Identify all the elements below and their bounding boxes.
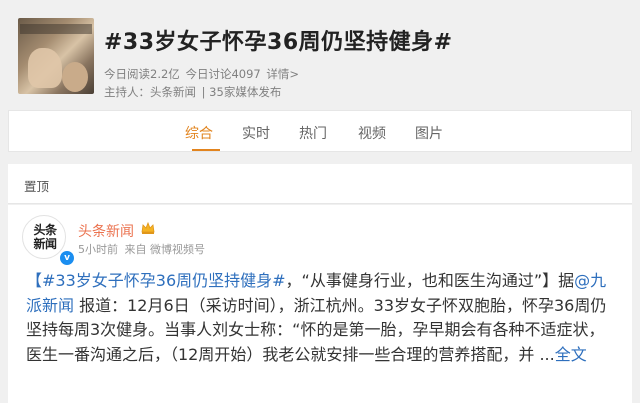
topic-cover-image[interactable] [18, 18, 94, 94]
topic-title: #33岁女子怀孕36周仍坚持健身# [104, 30, 453, 55]
post-body: 【#33岁女子怀孕36周仍坚持健身#，“从事健身行业，也和医生沟通过”】据@九派… [26, 269, 620, 367]
tab-comprehensive[interactable]: 综合 [185, 123, 213, 143]
avatar[interactable]: 头条 新闻 v [22, 215, 75, 266]
topic-stats: 今日阅读2.2亿 今日讨论4097 详情> [104, 66, 301, 82]
topic-header: #33岁女子怀孕36周仍坚持健身# 今日阅读2.2亿 今日讨论4097 详情> … [0, 0, 640, 110]
tab-images[interactable]: 图片 [415, 123, 443, 143]
media-count: | 35家媒体发布 [201, 85, 282, 99]
avatar-text: 头条 新闻 [26, 223, 64, 251]
discussion-count: 今日讨论4097 [185, 67, 261, 81]
tab-realtime[interactable]: 实时 [242, 123, 270, 143]
pinned-section: 置顶 [8, 164, 632, 204]
tab-hot[interactable]: 热门 [299, 123, 327, 143]
details-link[interactable]: 详情> [266, 67, 299, 81]
verified-badge-icon: v [59, 250, 75, 266]
post-quote: ，“从事健身行业，也和医生沟通过”】据 [285, 271, 575, 290]
post-meta: 5小时前 来自 微博视频号 [78, 241, 208, 257]
full-text-link[interactable]: 全文 [555, 345, 587, 364]
reads-count: 今日阅读2.2亿 [104, 67, 180, 81]
avatar-text-line2: 新闻 [33, 237, 57, 251]
post-text: 报道：12月6日（采访时间），浙江杭州。33岁女子怀双胞胎，怀孕36周仍坚持每周… [26, 295, 607, 364]
post-card: 头条 新闻 v 头条新闻 5小时前 来自 微博视频号 【#33岁女子怀孕36周仍… [8, 205, 632, 403]
tab-bar: 综合 实时 热门 视频 图片 [8, 110, 632, 152]
post-time[interactable]: 5小时前 [78, 243, 118, 256]
host-label[interactable]: 主持人：头条新闻 [104, 85, 196, 99]
tab-video[interactable]: 视频 [358, 123, 386, 143]
avatar-text-line1: 头条 [33, 223, 57, 237]
topic-host: 主持人：头条新闻 | 35家媒体发布 [104, 84, 283, 100]
crown-icon [141, 221, 155, 234]
author-name[interactable]: 头条新闻 [78, 221, 134, 241]
hashtag-link[interactable]: 【#33岁女子怀孕36周仍坚持健身# [26, 271, 286, 290]
pinned-label: 置顶 [24, 179, 50, 194]
post-source[interactable]: 来自 微博视频号 [125, 243, 206, 256]
active-tab-indicator [192, 149, 220, 151]
